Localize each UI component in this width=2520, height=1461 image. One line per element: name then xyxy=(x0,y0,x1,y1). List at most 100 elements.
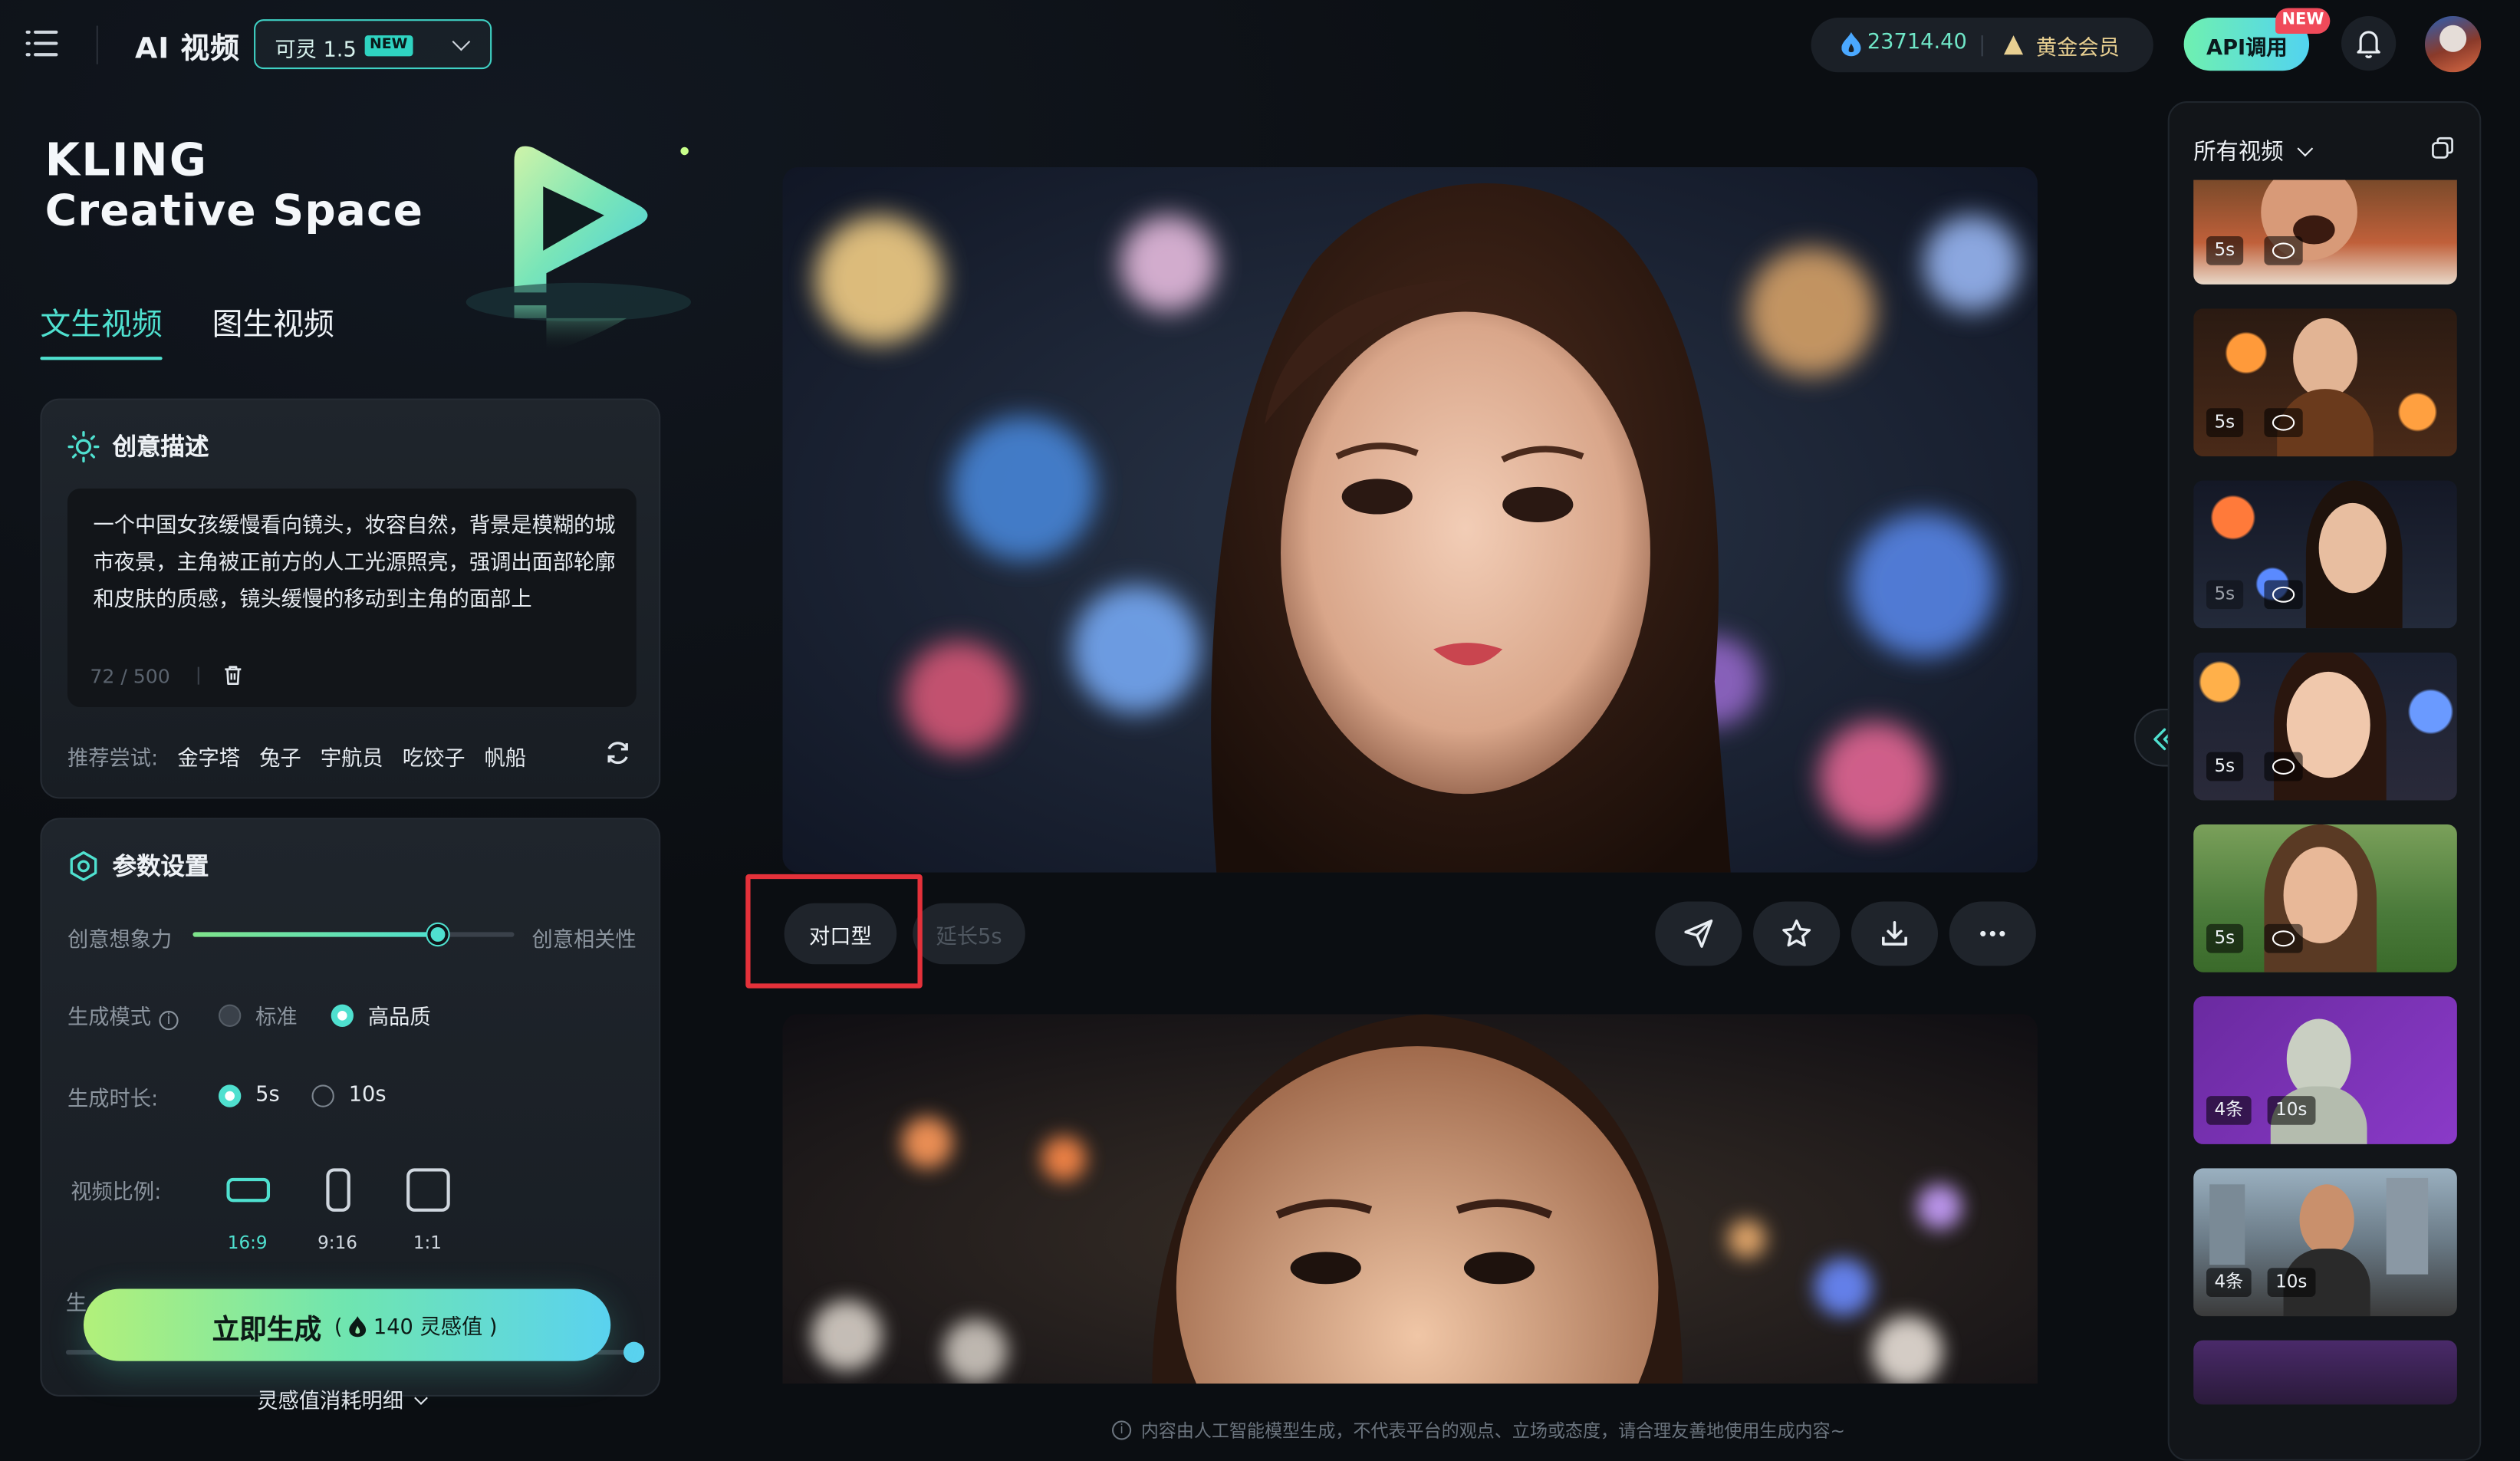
divider xyxy=(197,666,199,685)
tab-image-to-video[interactable]: 图生视频 xyxy=(212,301,334,344)
mode-high-quality-radio[interactable]: 高品质 xyxy=(331,999,431,1030)
duration-tag: 10s xyxy=(2267,1096,2315,1125)
divider xyxy=(96,25,98,64)
duration-10s-radio[interactable]: 10s xyxy=(311,1083,387,1107)
video-filter-dropdown[interactable]: 所有视频 xyxy=(2193,135,2314,167)
cost-detail-toggle[interactable]: 灵感值消耗明细 xyxy=(257,1384,428,1414)
video-thumbnail[interactable]: 5s xyxy=(2193,179,2457,285)
more-dots-icon xyxy=(1980,930,2005,936)
ratio-label: 视频比例: xyxy=(71,1181,162,1206)
partially-hidden-label: 生 xyxy=(65,1292,87,1317)
prompt-text: 一个中国女孩缓慢看向镜头，妆容自然，背景是模糊的城市夜景，主角被正前方的人工光源… xyxy=(93,514,616,613)
params-card-title: 参数设置 xyxy=(112,851,209,881)
extend-5s-button[interactable]: 延长5s xyxy=(913,903,1025,965)
video-filter-label: 所有视频 xyxy=(2193,140,2284,166)
api-new-badge: NEW xyxy=(2275,8,2331,35)
lip-sync-icon xyxy=(2264,580,2303,610)
radio-label: 标准 xyxy=(255,1005,298,1031)
ratio-label-text: 9:16 xyxy=(317,1232,357,1254)
radio-label: 高品质 xyxy=(367,1005,431,1031)
radio-indicator xyxy=(218,1084,242,1107)
brand-title: KLING xyxy=(44,133,209,187)
lip-sync-icon xyxy=(2264,408,2303,437)
user-avatar[interactable] xyxy=(2424,15,2482,73)
slider-fill xyxy=(192,932,437,937)
api-button-label: API调用 xyxy=(2206,37,2288,61)
count-tag: 4条 xyxy=(2206,1268,2252,1297)
generate-cost: ( 140 灵感值 ) xyxy=(334,1316,498,1341)
creativity-slider[interactable] xyxy=(192,923,515,946)
suggestion-chip[interactable]: 宇航员 xyxy=(321,741,383,771)
video-thumbnail[interactable]: 5s xyxy=(2193,308,2457,457)
video-thumbnail[interactable]: 5s xyxy=(2193,480,2457,629)
generated-video[interactable] xyxy=(782,166,2038,873)
ratio-16-9-icon xyxy=(225,1177,269,1203)
prompt-card-title: 创意描述 xyxy=(112,432,209,462)
multi-select-icon[interactable] xyxy=(2431,137,2453,159)
settings-hexagon-icon xyxy=(70,850,97,880)
more-button[interactable] xyxy=(1949,901,2036,966)
download-button[interactable] xyxy=(1851,901,1939,966)
ratio-1-1-icon xyxy=(406,1168,449,1212)
radio-indicator xyxy=(311,1084,334,1107)
favorite-button[interactable] xyxy=(1753,901,1841,966)
suggestion-chip[interactable]: 兔子 xyxy=(259,741,301,771)
radio-indicator xyxy=(218,1003,242,1026)
suggestion-chip[interactable]: 吃饺子 xyxy=(403,741,466,771)
menu-icon[interactable] xyxy=(25,28,61,60)
member-crown-icon xyxy=(2003,35,2024,55)
video-thumbnail[interactable]: 5s xyxy=(2193,824,2457,972)
top-bar: AI 视频 可灵 1.5 NEW 23714.40 黄金会员 API调用 NEW xyxy=(0,0,2520,90)
video-thumbnail[interactable]: 4条 10s xyxy=(2193,1168,2457,1317)
refresh-icon[interactable] xyxy=(604,739,632,767)
slider-handle[interactable] xyxy=(623,1341,645,1363)
inspiration-drop-icon xyxy=(1841,31,1861,57)
video-thumbnail[interactable] xyxy=(2193,1340,2457,1405)
notification-button[interactable] xyxy=(2341,15,2397,71)
trash-icon[interactable] xyxy=(222,663,244,686)
model-label: 可灵 1.5 xyxy=(275,38,357,63)
ratio-label-text: 16:9 xyxy=(227,1232,268,1254)
generate-cost-value: 140 灵感值 xyxy=(373,1316,483,1341)
params-card-header: 参数设置 xyxy=(67,848,209,882)
prompt-textarea[interactable]: 一个中国女孩缓慢看向镜头，妆容自然，背景是模糊的城市夜景，主角被正前方的人工光源… xyxy=(67,489,637,707)
suggestions-row: 推荐尝试: 金字塔 兔子 宇航员 吃饺子 帆船 xyxy=(67,741,527,772)
info-icon: i xyxy=(1112,1420,1132,1440)
duration-5s-radio[interactable]: 5s xyxy=(218,1083,280,1107)
app-title: AI 视频 xyxy=(135,31,241,66)
lip-sync-icon xyxy=(2264,752,2303,782)
duration-tag: 5s xyxy=(2206,408,2243,437)
prompt-card: 创意描述 一个中国女孩缓慢看向镜头，妆容自然，背景是模糊的城市夜景，主角被正前方… xyxy=(40,398,661,799)
mode-label: 生成模式 xyxy=(67,1005,152,1031)
star-icon xyxy=(1782,919,1811,947)
model-select[interactable]: 可灵 1.5 NEW xyxy=(254,19,492,70)
ratio-16-9-option[interactable]: 16:9 xyxy=(219,1168,276,1253)
brand-subtitle: Creative Space xyxy=(44,186,424,237)
duration-tag: 5s xyxy=(2206,236,2243,265)
suggestion-chip[interactable]: 金字塔 xyxy=(177,741,240,771)
mode-standard-radio[interactable]: 标准 xyxy=(218,999,298,1031)
info-icon[interactable]: i xyxy=(159,1011,179,1031)
send-icon xyxy=(1684,919,1713,948)
video-thumbnail[interactable]: 5s xyxy=(2193,652,2457,801)
membership-label: 黄金会员 xyxy=(2035,37,2120,61)
tab-text-to-video[interactable]: 文生视频 xyxy=(40,301,162,344)
suggestions-label: 推荐尝试: xyxy=(67,747,159,772)
generate-button[interactable]: 立即生成 ( 140 灵感值 ) xyxy=(83,1288,611,1361)
count-tag: 4条 xyxy=(2206,1096,2252,1125)
lip-sync-icon xyxy=(2264,923,2303,953)
generated-video[interactable] xyxy=(782,1014,2038,1384)
slider-left-label: 创意想象力 xyxy=(67,929,173,953)
credits-panel[interactable]: 23714.40 黄金会员 xyxy=(1811,18,2153,73)
annotation-highlight-box xyxy=(745,874,923,989)
suggestion-chip[interactable]: 帆船 xyxy=(485,741,527,771)
slider-handle[interactable] xyxy=(427,923,449,946)
video-thumbnail[interactable]: 4条 10s xyxy=(2193,996,2457,1144)
share-button[interactable] xyxy=(1655,901,1742,966)
ratio-9-16-option[interactable]: 9:16 xyxy=(308,1168,366,1253)
ratio-1-1-option[interactable]: 1:1 xyxy=(399,1168,456,1253)
video-history-sidebar: 所有视频 5s 5s 5s 5s 5s 4条 10s 4条 10s xyxy=(2167,101,2482,1461)
cost-detail-label: 灵感值消耗明细 xyxy=(257,1390,403,1414)
credits-value: 23714.40 xyxy=(1867,30,1967,55)
active-tab-indicator xyxy=(40,357,163,360)
